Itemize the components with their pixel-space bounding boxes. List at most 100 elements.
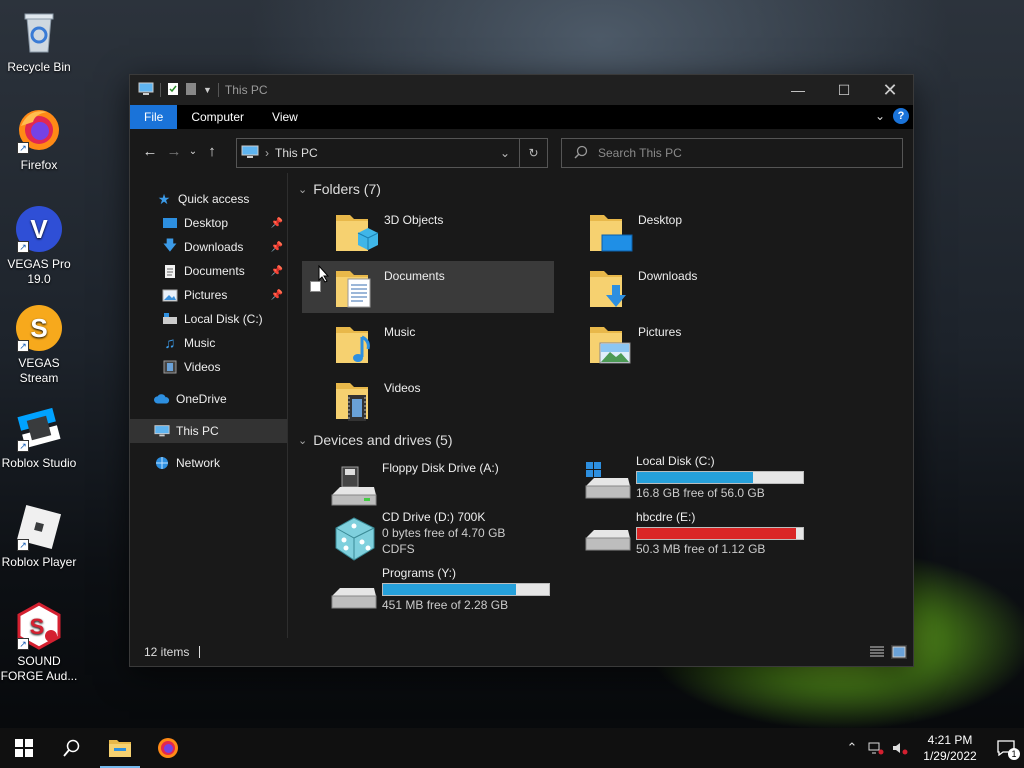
pin-icon[interactable]: 📌 bbox=[271, 218, 283, 229]
nav-item-downloads[interactable]: 🡇 Downloads 📌 bbox=[130, 235, 287, 259]
drive-tile-hbcdre-e[interactable]: hbcdre (E:) 50.3 MB free of 1.12 GB bbox=[556, 510, 808, 558]
folder-tile-music[interactable]: Music bbox=[302, 317, 554, 369]
mouse-cursor-icon bbox=[318, 264, 330, 286]
nav-network[interactable]: Network bbox=[130, 451, 287, 475]
start-button[interactable] bbox=[0, 728, 48, 768]
taskbar-firefox[interactable] bbox=[144, 728, 192, 768]
details-view-icon[interactable] bbox=[869, 645, 885, 659]
file-explorer-window: ▼ This PC — ☐ ✕ File Computer View ⌄ ? ←… bbox=[129, 74, 914, 667]
tab-computer[interactable]: Computer bbox=[177, 105, 258, 129]
search-icon bbox=[574, 145, 588, 162]
pin-icon[interactable]: 📌 bbox=[271, 290, 283, 301]
nav-item-pictures[interactable]: Pictures 📌 bbox=[130, 283, 287, 307]
back-button[interactable]: ← bbox=[138, 139, 162, 163]
folder-label: Downloads bbox=[638, 269, 698, 283]
group-title: Devices and drives (5) bbox=[313, 432, 453, 448]
volume-muted-icon[interactable] bbox=[888, 728, 912, 768]
recent-locations-chevron-icon[interactable]: ⌄ bbox=[186, 139, 200, 163]
folder-tile-downloads[interactable]: Downloads bbox=[556, 261, 808, 313]
title-bar[interactable]: ▼ This PC — ☐ ✕ bbox=[130, 75, 913, 105]
search-button[interactable] bbox=[48, 728, 96, 768]
address-bar[interactable]: › This PC ⌄ ↻ bbox=[236, 138, 548, 168]
clock[interactable]: 4:21 PM 1/29/2022 bbox=[912, 732, 988, 764]
ribbon-tabs: File Computer View ⌄ ? bbox=[130, 105, 913, 129]
desktop-icon-roblox-studio[interactable]: ↗ Roblox Studio bbox=[0, 404, 78, 471]
pin-icon[interactable]: 📌 bbox=[271, 266, 283, 277]
desktop-icon-vegas-pro[interactable]: V ↗ VEGAS Pro 19.0 bbox=[0, 205, 78, 287]
desktop-icon-roblox-player[interactable]: ↗ Roblox Player bbox=[0, 503, 78, 570]
action-center-button[interactable]: 1 bbox=[988, 728, 1024, 768]
document-icon bbox=[162, 263, 178, 279]
drive-free-space: 0 bytes free of 4.70 GB bbox=[382, 526, 506, 540]
window-title: This PC bbox=[224, 83, 268, 97]
show-hidden-icons-chevron-icon[interactable]: ⌃ bbox=[840, 728, 864, 768]
tab-view[interactable]: View bbox=[258, 105, 312, 129]
drive-tile-floppy-a[interactable]: Floppy Disk Drive (A:) bbox=[302, 461, 554, 509]
folders-group-header[interactable]: ⌄ Folders (7) bbox=[298, 181, 381, 197]
vegas-pro-icon: V ↗ bbox=[15, 205, 63, 253]
folder-label: Pictures bbox=[638, 325, 682, 339]
folder-tile-3d-objects[interactable]: 3D Objects bbox=[302, 205, 554, 257]
desktop-icon-label: SOUND FORGE Aud... bbox=[0, 654, 78, 683]
help-icon[interactable]: ? bbox=[893, 108, 909, 124]
taskbar-file-explorer[interactable] bbox=[96, 728, 144, 768]
search-input[interactable]: Search This PC bbox=[561, 138, 903, 168]
desktop-icon-label: VEGAS Stream bbox=[18, 356, 60, 385]
group-title: Folders (7) bbox=[313, 181, 381, 197]
large-icons-view-icon[interactable] bbox=[891, 645, 907, 659]
desktop-icon-label: VEGAS Pro 19.0 bbox=[7, 257, 71, 286]
navigation-bar: ← → ⌄ ↑ › This PC ⌄ ↻ Search This PC bbox=[130, 129, 913, 173]
devices-group-header[interactable]: ⌄ Devices and drives (5) bbox=[298, 432, 453, 448]
nav-this-pc[interactable]: This PC bbox=[130, 419, 287, 443]
drive-tile-local-c[interactable]: Local Disk (C:) 16.8 GB free of 56.0 GB bbox=[556, 454, 808, 502]
forward-button[interactable]: → bbox=[162, 139, 186, 163]
pin-icon[interactable]: 📌 bbox=[271, 242, 283, 253]
up-button[interactable]: ↑ bbox=[200, 139, 224, 163]
desktop-icon-firefox[interactable]: ↗ Firefox bbox=[0, 106, 78, 173]
clock-time: 4:21 PM bbox=[927, 733, 973, 747]
nav-item-documents[interactable]: Documents 📌 bbox=[130, 259, 287, 283]
folder-tile-desktop[interactable]: Desktop bbox=[556, 205, 808, 257]
drive-tile-cd-d[interactable]: CD Drive (D:) 700K 0 bytes free of 4.70 … bbox=[302, 510, 554, 561]
breadcrumb-this-pc[interactable]: This PC bbox=[275, 146, 318, 160]
shortcut-arrow-icon: ↗ bbox=[17, 638, 29, 650]
shortcut-arrow-icon: ↗ bbox=[17, 241, 29, 253]
minimize-button[interactable]: — bbox=[775, 75, 821, 105]
folder-tile-documents[interactable]: Documents bbox=[302, 261, 554, 313]
maximize-button[interactable]: ☐ bbox=[821, 75, 867, 105]
network-status-icon[interactable] bbox=[864, 728, 888, 768]
tab-file[interactable]: File bbox=[130, 105, 178, 129]
desktop-icon-label: Roblox Studio bbox=[1, 456, 77, 470]
properties-icon[interactable] bbox=[167, 82, 179, 99]
desktop-icon-vegas-stream[interactable]: S ↗ VEGAS Stream bbox=[0, 304, 78, 386]
folder-tile-pictures[interactable]: Pictures bbox=[556, 317, 808, 369]
expand-ribbon-chevron-icon[interactable]: ⌄ bbox=[875, 109, 885, 123]
firefox-icon bbox=[158, 738, 178, 758]
nav-item-music[interactable]: ♫ Music bbox=[130, 331, 287, 355]
vegas-stream-icon: S ↗ bbox=[15, 304, 63, 352]
customize-toolbar-chevron-icon[interactable]: ▼ bbox=[203, 85, 212, 95]
view-toggles bbox=[869, 645, 907, 659]
collapse-chevron-icon: ⌄ bbox=[298, 183, 308, 196]
refresh-icon[interactable]: ↻ bbox=[519, 139, 547, 167]
folder-tile-videos[interactable]: Videos bbox=[302, 373, 554, 425]
drive-tile-programs-y[interactable]: Programs (Y:) 451 MB free of 2.28 GB bbox=[302, 566, 554, 614]
nav-item-local-disk-c[interactable]: Local Disk (C:) bbox=[130, 307, 287, 331]
drive-free-space: 16.8 GB free of 56.0 GB bbox=[636, 486, 765, 500]
content-pane: ⌄ Folders (7) 3D Objects Desktop Documen… bbox=[288, 173, 913, 638]
nav-item-desktop[interactable]: Desktop 📌 bbox=[130, 211, 287, 235]
nav-item-videos[interactable]: Videos bbox=[130, 355, 287, 379]
address-history-chevron-icon[interactable]: ⌄ bbox=[491, 139, 519, 167]
desktop-icon-sound-forge[interactable]: S ↗ SOUND FORGE Aud... bbox=[0, 602, 78, 684]
sound-forge-icon: S ↗ bbox=[15, 602, 63, 650]
shortcut-arrow-icon: ↗ bbox=[17, 440, 29, 452]
nav-label: Music bbox=[184, 336, 216, 350]
this-pc-icon bbox=[154, 423, 170, 439]
new-folder-icon[interactable] bbox=[185, 82, 197, 99]
desktop-icon-recycle-bin[interactable]: Recycle Bin bbox=[0, 8, 78, 75]
nav-quick-access[interactable]: ★ Quick access bbox=[130, 187, 287, 211]
breadcrumb-separator-icon[interactable]: › bbox=[265, 146, 269, 160]
nav-onedrive[interactable]: OneDrive bbox=[130, 387, 287, 411]
music-folder-icon bbox=[332, 319, 380, 367]
close-button[interactable]: ✕ bbox=[867, 75, 913, 105]
